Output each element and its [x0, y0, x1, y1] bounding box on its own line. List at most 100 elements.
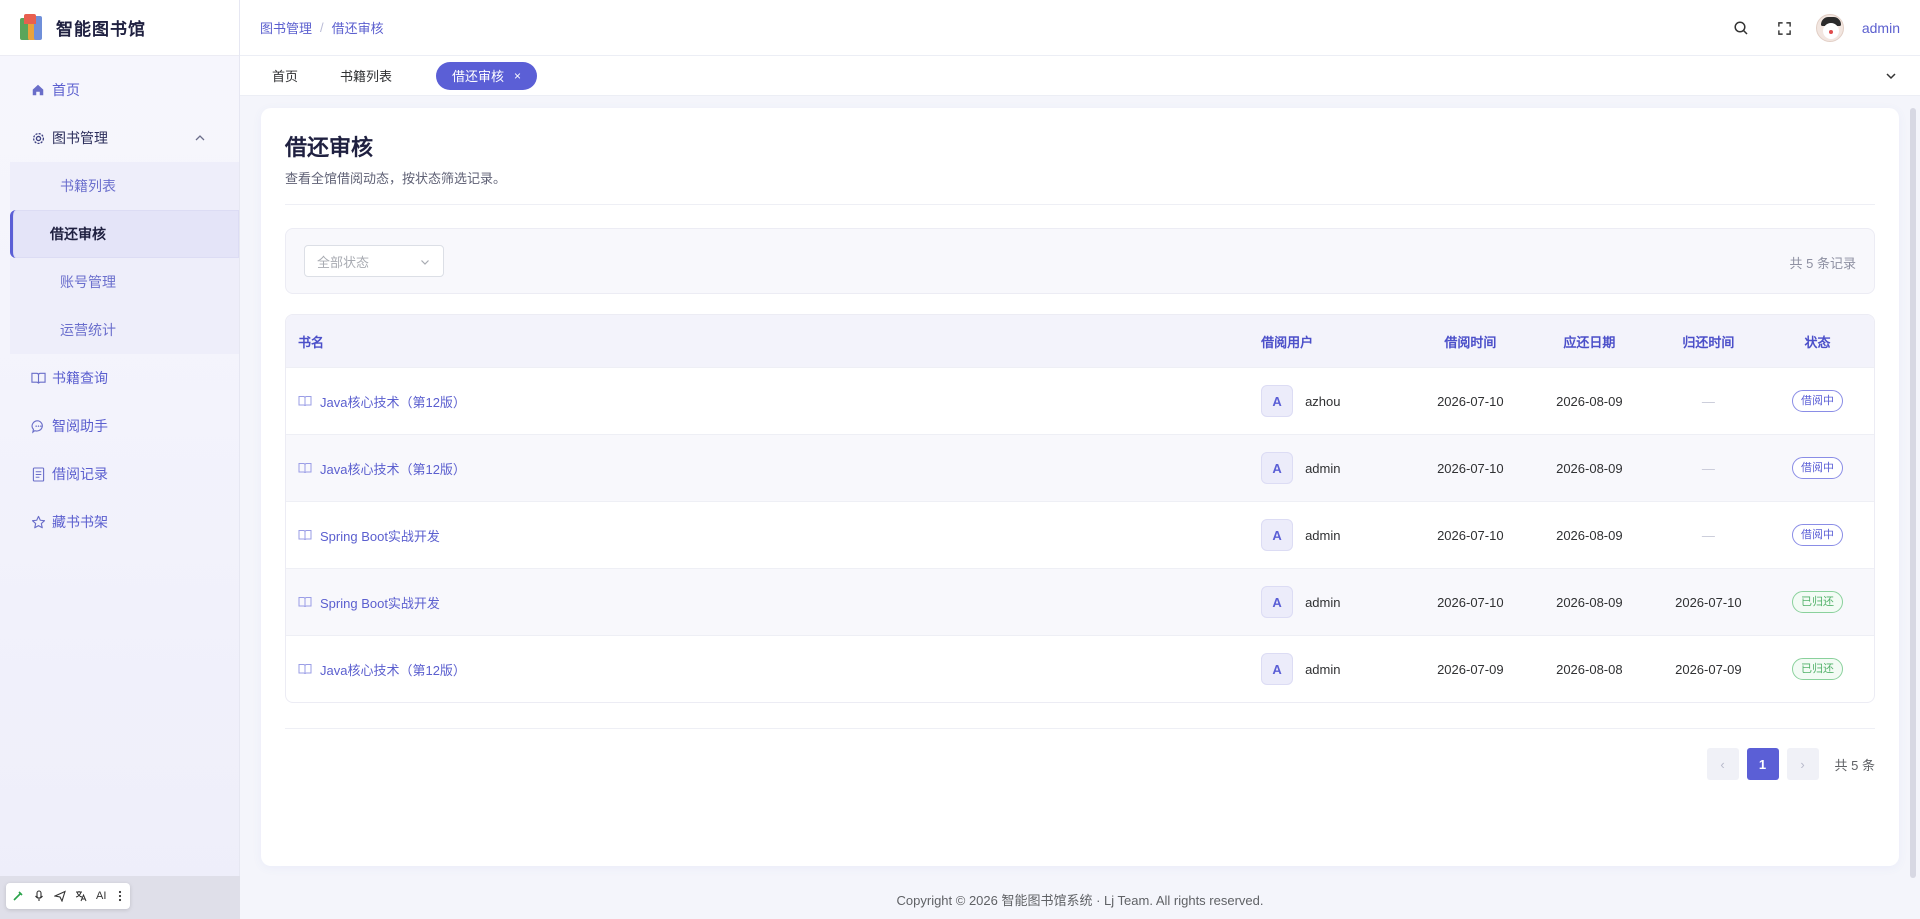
sidebar-item-label: 图书管理: [52, 130, 108, 146]
scrollbar[interactable]: [1910, 108, 1916, 878]
sidebar-item-book-search[interactable]: 书籍查询: [0, 354, 239, 402]
borrow-date: 2026-07-09: [1437, 661, 1504, 677]
tab-book-list[interactable]: 书籍列表: [324, 62, 408, 90]
status-filter-select[interactable]: 全部状态: [304, 245, 444, 277]
due-date: 2026-08-08: [1556, 661, 1623, 677]
page-title: 借还审核: [285, 135, 374, 160]
record-count: 共 5 条记录: [1789, 256, 1856, 271]
fullscreen-icon[interactable]: [1772, 15, 1798, 41]
sidebar-item-borrow-review[interactable]: 借还审核: [10, 210, 239, 258]
breadcrumb-item: 借还审核: [331, 21, 384, 36]
avatar[interactable]: [1815, 14, 1844, 42]
table-row: Java核心技术（第12版） Aadmin 2026-07-10 2026-08…: [286, 434, 1874, 501]
chevron-up-icon: [195, 135, 205, 141]
book-title-link[interactable]: Java核心技术（第12版）: [320, 660, 466, 679]
column-header: 借阅时间: [1444, 334, 1497, 350]
user-avatar: A: [1261, 452, 1294, 484]
footer: Copyright © 2026 智能图书馆系统 · Lj Team. All …: [896, 893, 1264, 908]
next-page-button[interactable]: ›: [1786, 748, 1819, 780]
status-badge: 已归还: [1791, 591, 1843, 613]
sidebar-item-home[interactable]: 首页: [0, 66, 239, 114]
logo[interactable]: 智能图书馆: [0, 0, 239, 56]
status-badge: 借阅中: [1791, 457, 1843, 479]
book-open-icon: [298, 597, 312, 608]
due-date: 2026-08-09: [1556, 393, 1623, 409]
chevron-down-icon[interactable]: [1884, 69, 1898, 83]
sidebar-item-bookshelf[interactable]: 藏书书架: [0, 498, 239, 546]
user-avatar: A: [1261, 653, 1294, 685]
sidebar-item-label: 书籍列表: [60, 178, 116, 194]
pen-icon[interactable]: [12, 889, 24, 903]
divider: [285, 204, 1875, 205]
sidebar-menu: 首页 图书管理 书籍列表 借还审核 账号管理 运营统计 书籍查询 智阅助手 借阅…: [0, 56, 239, 546]
sidebar-item-label: 借阅记录: [52, 466, 108, 482]
sidebar-item-operation-stats[interactable]: 运营统计: [10, 306, 239, 354]
book-title-link[interactable]: Spring Boot实战开发: [320, 526, 440, 545]
logo-icon: [18, 13, 44, 42]
book-title-link[interactable]: Java核心技术（第12版）: [320, 459, 466, 478]
sidebar-item-book-list[interactable]: 书籍列表: [10, 162, 239, 210]
page-subtitle: 查看全馆借阅动态，按状态筛选记录。: [285, 171, 507, 186]
breadcrumb-item[interactable]: 图书管理: [260, 18, 312, 37]
top-header: 图书管理 / 借还审核 admin: [240, 0, 1920, 56]
borrow-date: 2026-07-10: [1437, 393, 1504, 409]
borrow-table: 书名 借阅用户 借阅时间 应还日期 归还时间 状态 Java核心技术（第12版）…: [285, 314, 1875, 703]
floating-toolbar: AI: [6, 883, 130, 909]
app-title: 智能图书馆: [56, 20, 146, 39]
microphone-icon[interactable]: [33, 889, 45, 903]
user-avatar: A: [1261, 586, 1294, 618]
pagination-total: 共 5 条: [1834, 757, 1875, 773]
sidebar-item-label: 智阅助手: [52, 418, 108, 434]
search-icon[interactable]: [1728, 15, 1754, 41]
book-open-icon: [298, 463, 312, 474]
username[interactable]: admin: [1862, 20, 1900, 36]
borrow-date: 2026-07-10: [1437, 460, 1504, 476]
status-badge: 借阅中: [1791, 524, 1843, 546]
main-card: 借还审核 查看全馆借阅动态，按状态筛选记录。 全部状态 共 5 条记录 书名 借…: [261, 108, 1899, 866]
page-number-button[interactable]: 1: [1746, 748, 1779, 780]
user-name: admin: [1305, 594, 1341, 610]
tab-home[interactable]: 首页: [256, 62, 314, 90]
filter-bar: 全部状态 共 5 条记录: [285, 228, 1875, 294]
due-date: 2026-08-09: [1556, 460, 1623, 476]
borrow-date: 2026-07-10: [1437, 594, 1504, 610]
prev-page-button[interactable]: ‹: [1706, 748, 1739, 780]
star-icon: [30, 514, 46, 530]
due-date: 2026-08-09: [1556, 527, 1623, 543]
table-row: Spring Boot实战开发 Aadmin 2026-07-10 2026-0…: [286, 568, 1874, 635]
return-date: 2026-07-09: [1675, 661, 1742, 677]
sidebar-item-label: 账号管理: [60, 274, 116, 290]
gear-icon: [30, 130, 46, 146]
ai-button[interactable]: AI: [96, 889, 106, 903]
return-date: —: [1701, 527, 1715, 543]
more-vertical-icon[interactable]: [115, 889, 124, 903]
send-icon[interactable]: [54, 889, 66, 903]
return-date: —: [1701, 460, 1715, 476]
return-date: —: [1701, 393, 1715, 409]
user-name: admin: [1305, 527, 1341, 543]
sidebar-item-borrow-records[interactable]: 借阅记录: [0, 450, 239, 498]
book-title-link[interactable]: Java核心技术（第12版）: [320, 392, 466, 411]
column-header: 书名: [298, 334, 325, 350]
sidebar-item-label: 藏书书架: [52, 514, 108, 530]
sidebar-item-label: 运营统计: [60, 322, 116, 338]
sidebar-item-label: 借还审核: [50, 226, 106, 242]
user-name: admin: [1305, 661, 1341, 677]
tab-label: 书籍列表: [340, 69, 393, 84]
column-header: 状态: [1804, 334, 1831, 350]
book-open-icon: [298, 530, 312, 541]
sidebar-item-book-management[interactable]: 图书管理: [0, 114, 239, 162]
sidebar-item-account-management[interactable]: 账号管理: [10, 258, 239, 306]
table-row: Java核心技术（第12版） Aazhou 2026-07-10 2026-08…: [286, 367, 1874, 434]
close-icon[interactable]: ×: [514, 69, 521, 83]
return-date: 2026-07-10: [1675, 594, 1742, 610]
divider: [285, 728, 1875, 729]
column-header: 应还日期: [1563, 334, 1616, 350]
breadcrumb-separator: /: [320, 20, 324, 35]
translate-icon[interactable]: [75, 889, 87, 903]
user-avatar: A: [1261, 385, 1294, 417]
sidebar-item-smart-assistant[interactable]: 智阅助手: [0, 402, 239, 450]
sidebar-item-label: 首页: [52, 82, 80, 98]
book-title-link[interactable]: Spring Boot实战开发: [320, 593, 440, 612]
tab-borrow-review[interactable]: 借还审核 ×: [436, 61, 538, 90]
